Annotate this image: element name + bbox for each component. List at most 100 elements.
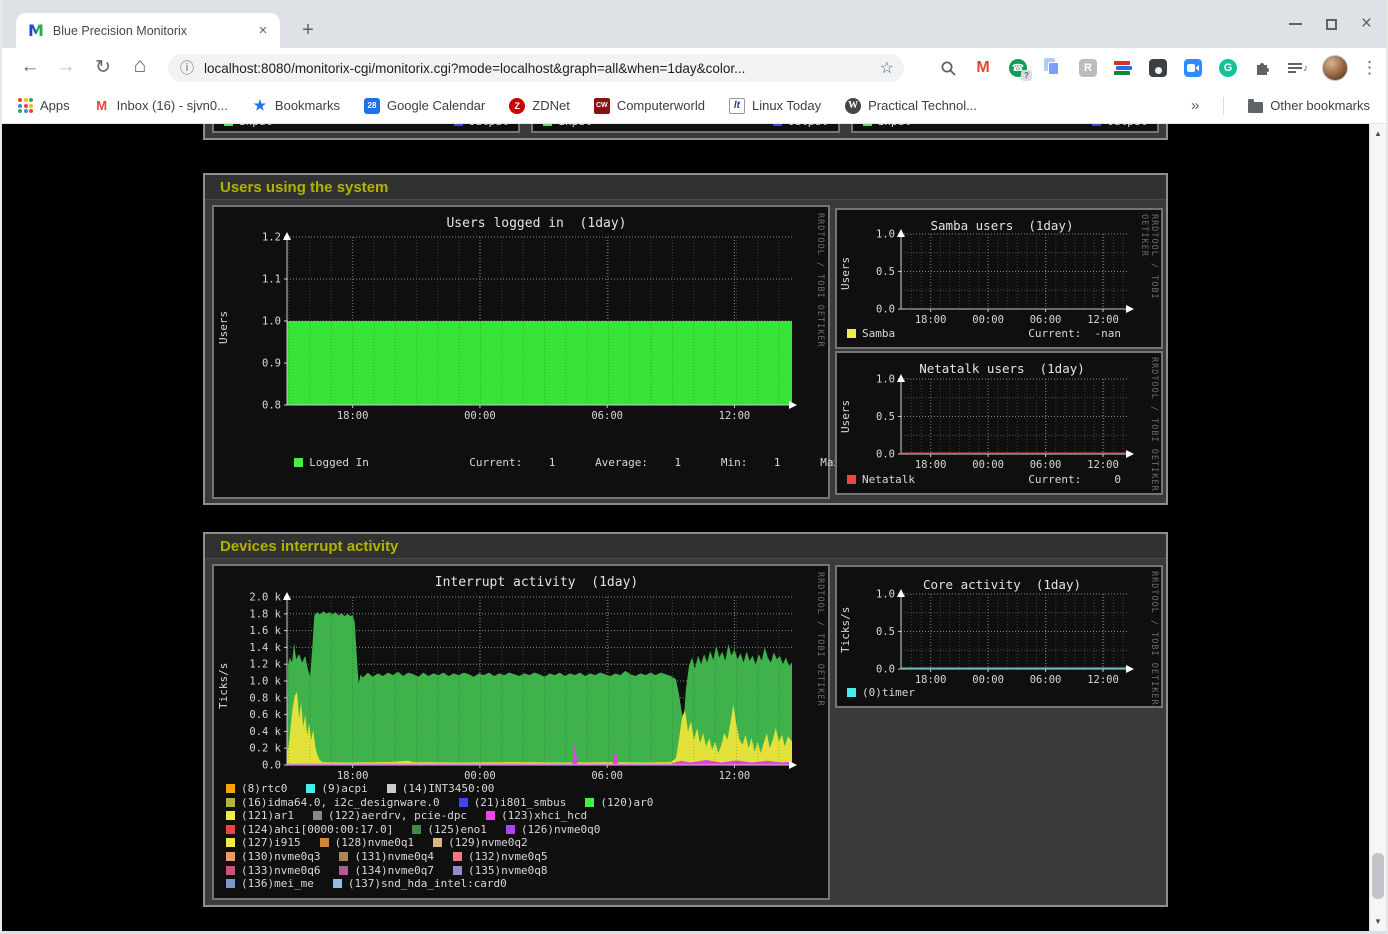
profile-avatar[interactable] <box>1322 55 1348 81</box>
interrupt-activity-graph[interactable]: Interrupt activity (1day) Ticks/s 2.0 k1… <box>212 564 830 900</box>
playlist-icon[interactable]: ♪ <box>1287 57 1309 79</box>
rrdtool-watermark: RRDTOOL / TOBI OETIKER <box>1139 214 1159 347</box>
r-extension-icon[interactable]: R <box>1077 57 1099 79</box>
legend-swatch <box>486 811 495 820</box>
maximize-icon[interactable] <box>1326 19 1337 30</box>
scroll-down-icon[interactable]: ▼ <box>1370 917 1386 926</box>
extensions-puzzle-icon[interactable] <box>1252 57 1274 79</box>
bookmark-label: Bookmarks <box>275 98 340 113</box>
apps-grid-icon <box>18 98 33 113</box>
users-logged-in-graph[interactable]: Users logged in (1day) Users 0.80.91.01.… <box>212 205 830 499</box>
tab-close-icon[interactable]: × <box>254 22 272 40</box>
cut-graph-panel[interactable]: Input Output <box>531 124 839 133</box>
scrollbar[interactable]: ▲ ▼ <box>1369 124 1386 931</box>
bookmark-zdnet[interactable]: Z ZDNet <box>509 98 570 114</box>
window-controls: × <box>1289 14 1372 34</box>
legend-item: (130)nvme0q3 <box>226 850 320 863</box>
legend-item: (125)eno1 <box>412 823 487 836</box>
samba-users-graph[interactable]: Samba users (1day) Users 0.00.51.018:000… <box>835 208 1163 349</box>
legend-item: (122)aerdrv, pcie-dpc <box>313 809 467 822</box>
forward-icon[interactable]: → <box>54 56 78 78</box>
legend-item: (8)rtc0 <box>226 782 287 795</box>
cut-graph-panel[interactable]: Input Output <box>851 124 1159 133</box>
browser-menu-icon[interactable]: ⋮ <box>1361 58 1378 78</box>
svg-text:1.0: 1.0 <box>876 229 895 241</box>
legend-label: (9)acpi <box>321 782 367 795</box>
legend-swatch <box>773 124 782 126</box>
site-info-icon[interactable]: ⓘ <box>180 58 194 78</box>
search-icon[interactable] <box>937 57 959 79</box>
bookmarks-overflow-chevron[interactable]: » <box>1191 97 1199 114</box>
cut-graph-panel[interactable]: Input Output <box>212 124 520 133</box>
legend-swatch <box>543 124 552 126</box>
legend-label: Output <box>469 124 509 128</box>
bookmark-inbox[interactable]: M Inbox (16) - sjvn0... <box>94 98 228 114</box>
url-text[interactable]: localhost:8080/monitorix-cgi/monitorix.c… <box>204 61 880 76</box>
rrdtool-watermark: RRDTOOL / TOBI OETIKER <box>815 213 825 348</box>
bookmark-linux-today[interactable]: lt Linux Today <box>729 98 821 114</box>
reload-icon[interactable]: ↻ <box>91 56 115 79</box>
bookmark-computerworld[interactable]: CW Computerworld <box>594 98 705 114</box>
other-bookmarks-button[interactable]: Other bookmarks <box>1248 98 1370 113</box>
section-title: Devices interrupt activity <box>205 534 1166 559</box>
y-axis-label: Users <box>839 238 852 308</box>
lamp-icon[interactable] <box>1147 57 1169 79</box>
core-activity-graph[interactable]: Core activity (1day) Ticks/s 0.00.51.018… <box>835 565 1163 708</box>
core-legend: (0)timer <box>847 686 1121 699</box>
url-bar[interactable]: ⓘ localhost:8080/monitorix-cgi/monitorix… <box>168 54 904 82</box>
legend-item: (132)nvme0q5 <box>453 850 547 863</box>
scroll-up-icon[interactable]: ▲ <box>1370 129 1386 138</box>
legend-swatch <box>847 475 856 484</box>
svg-text:1.8 k: 1.8 k <box>249 608 281 620</box>
copy-pages-icon[interactable] <box>1042 57 1064 79</box>
grammarly-icon[interactable]: G <box>1217 57 1239 79</box>
legend-swatch <box>226 879 235 888</box>
apps-label: Apps <box>40 98 70 113</box>
bookmark-label: Practical Technol... <box>868 98 977 113</box>
bookmark-practical-technology[interactable]: W Practical Technol... <box>845 98 977 114</box>
svg-text:06:00: 06:00 <box>1030 314 1062 326</box>
bookmarks-separator <box>1223 97 1224 115</box>
calendar-icon: 28 <box>364 98 380 114</box>
legend-label: (16)idma64.0, i2c_designware.0 <box>241 796 440 809</box>
netatalk-users-graph[interactable]: Netatalk users (1day) Users 0.00.51.018:… <box>835 351 1163 495</box>
legend-label: Logged In <box>309 456 469 469</box>
chart-title: Users logged in (1day) <box>284 216 789 231</box>
svg-text:0.0: 0.0 <box>262 760 281 772</box>
minimize-icon[interactable] <box>1289 23 1302 25</box>
gmail-icon[interactable]: M <box>972 57 994 79</box>
legend-swatch <box>333 879 342 888</box>
svg-text:18:00: 18:00 <box>337 410 369 422</box>
bookmark-bookmarks[interactable]: ★ Bookmarks <box>252 98 340 114</box>
home-icon[interactable]: ⌂ <box>128 54 152 78</box>
legend-item: (123)xhci_hcd <box>486 809 587 822</box>
google-voice-icon[interactable]: ☎ ? <box>1007 57 1029 79</box>
legend-item: (136)mei_me <box>226 877 314 890</box>
svg-text:1.0: 1.0 <box>262 316 281 328</box>
svg-text:0.2 k: 0.2 k <box>249 743 281 755</box>
new-tab-button[interactable]: + <box>296 19 320 43</box>
zoom-video-icon[interactable] <box>1182 57 1204 79</box>
bookmark-star-icon[interactable]: ☆ <box>880 58 894 78</box>
legend-swatch <box>459 798 468 807</box>
svg-text:2.0 k: 2.0 k <box>249 592 281 604</box>
scrollbar-thumb[interactable] <box>1372 853 1384 899</box>
svg-text:18:00: 18:00 <box>915 314 947 326</box>
cut-off-section: Input Output Input Output Input Output <box>203 124 1168 140</box>
library-books-icon[interactable] <box>1112 57 1134 79</box>
svg-text:0.5: 0.5 <box>876 411 895 423</box>
legend-swatch <box>847 688 856 697</box>
legend-label: Output <box>788 124 828 128</box>
playlist-lines <box>1288 63 1302 73</box>
legend-label: (128)nvme0q1 <box>335 836 414 849</box>
computerworld-icon: CW <box>594 98 610 114</box>
legend-swatch <box>453 866 462 875</box>
legend-swatch <box>412 825 421 834</box>
y-axis-label: Ticks/s <box>839 595 852 665</box>
apps-button[interactable]: Apps <box>18 98 70 113</box>
users-legend: Logged InCurrent: 1 Average: 1 Min: 1 Ma… <box>228 443 880 482</box>
bookmark-google-calendar[interactable]: 28 Google Calendar <box>364 98 485 114</box>
back-icon[interactable]: ← <box>18 56 42 78</box>
browser-tab[interactable]: M Blue Precision Monitorix × <box>16 13 280 48</box>
close-icon[interactable]: × <box>1361 15 1372 33</box>
